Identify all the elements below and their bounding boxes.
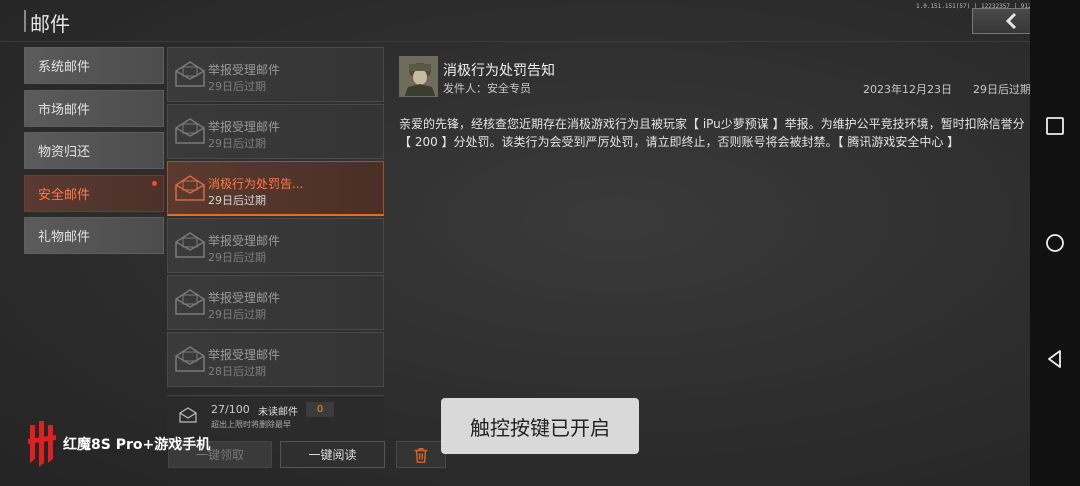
sender-avatar — [399, 56, 438, 97]
circle-icon — [1046, 234, 1064, 252]
device-watermark: 红魔8S Pro+游戏手机 — [26, 419, 226, 467]
mail-title: 消极行为处罚告... — [208, 177, 304, 191]
mail-expiry: 29日后过期 — [208, 251, 266, 264]
mail-expiry: 29日后过期 — [208, 137, 266, 150]
android-navbar — [1030, 0, 1080, 486]
chevron-left-icon — [1005, 12, 1017, 30]
mail-expiry: 29日后过期 — [208, 308, 266, 321]
mail-expiry: 29日后过期 — [208, 194, 266, 207]
mail-list-item[interactable]: 举报受理邮件 29日后过期 — [167, 275, 384, 330]
category-market-mail[interactable]: 市场邮件 — [24, 89, 164, 127]
triangle-back-icon — [1048, 350, 1061, 368]
mail-title: 举报受理邮件 — [208, 120, 281, 134]
home-button[interactable] — [1042, 230, 1068, 256]
toast-message: 触控按键已开启 — [441, 398, 639, 454]
mail-list[interactable]: 举报受理邮件 29日后过期 举报受理邮件 29日后过期 消极行为处罚告... 2… — [167, 47, 384, 395]
mail-count: 27/100 — [211, 403, 250, 416]
envelope-icon — [175, 118, 205, 144]
mail-expiry-detail: 29日后过期 — [973, 83, 1031, 96]
mail-title: 举报受理邮件 — [208, 63, 281, 77]
header-bar: 邮件 1.0.151.151(57) | 12232357 | 91226770… — [0, 0, 1080, 42]
mail-body: 亲爱的先锋，经核查您近期存在消极游戏行为且被玩家【 iPu少萝预谋 】举报。为维… — [399, 117, 1025, 149]
back-nav-button[interactable] — [1042, 346, 1068, 372]
mail-title: 举报受理邮件 — [208, 234, 281, 248]
title-marker — [24, 10, 26, 32]
trash-icon — [414, 447, 428, 463]
unread-dot — [152, 180, 157, 186]
page-title: 邮件 — [30, 12, 70, 36]
mail-title: 举报受理邮件 — [208, 348, 281, 362]
envelope-icon — [175, 289, 205, 315]
mail-subject: 消极行为处罚告知 — [443, 63, 555, 79]
category-label: 礼物邮件 — [38, 230, 91, 245]
category-list: 系统邮件 市场邮件 物资归还 安全邮件 礼物邮件 — [24, 47, 164, 260]
envelope-open-icon — [175, 175, 205, 201]
mail-date: 2023年12月23日 — [863, 83, 952, 96]
recents-button[interactable] — [1042, 113, 1068, 139]
unread-label: 未读邮件 — [258, 407, 298, 418]
mail-list-item[interactable]: 举报受理邮件 29日后过期 — [167, 47, 384, 102]
envelope-icon — [175, 346, 205, 372]
category-label: 市场邮件 — [38, 102, 91, 118]
category-supply-return[interactable]: 物资归还 — [24, 132, 164, 169]
mail-expiry: 28日后过期 — [208, 365, 266, 378]
toast-text: 触控按键已开启 — [470, 415, 610, 440]
mail-expiry: 29日后过期 — [208, 80, 266, 93]
category-system-mail[interactable]: 系统邮件 — [24, 47, 164, 84]
envelope-icon — [175, 232, 205, 258]
mail-list-item[interactable]: 举报受理邮件 29日后过期 — [167, 218, 384, 273]
mail-sender: 发件人：安全专员 — [443, 82, 531, 95]
read-all-button[interactable]: 一键阅读 — [280, 441, 385, 468]
mail-list-item-selected[interactable]: 消极行为处罚告... 29日后过期 — [167, 161, 384, 216]
mail-list-item[interactable]: 举报受理邮件 28日后过期 — [167, 332, 384, 387]
category-label: 物资归还 — [38, 145, 91, 160]
mail-list-item[interactable]: 举报受理邮件 29日后过期 — [167, 104, 384, 159]
category-security-mail[interactable]: 安全邮件 — [24, 174, 164, 212]
category-label: 安全邮件 — [38, 187, 91, 203]
redmagic-logo-icon — [28, 421, 56, 467]
unread-count-badge: 0 — [306, 402, 334, 417]
mail-title: 举报受理邮件 — [208, 291, 281, 305]
delete-button[interactable] — [396, 441, 446, 468]
category-label: 系统邮件 — [38, 60, 91, 75]
square-icon — [1046, 117, 1064, 135]
read-all-label: 一键阅读 — [308, 448, 357, 462]
category-gift-mail[interactable]: 礼物邮件 — [24, 217, 164, 254]
envelope-icon — [175, 61, 205, 87]
device-name: 红魔8S Pro+游戏手机 — [63, 437, 211, 453]
